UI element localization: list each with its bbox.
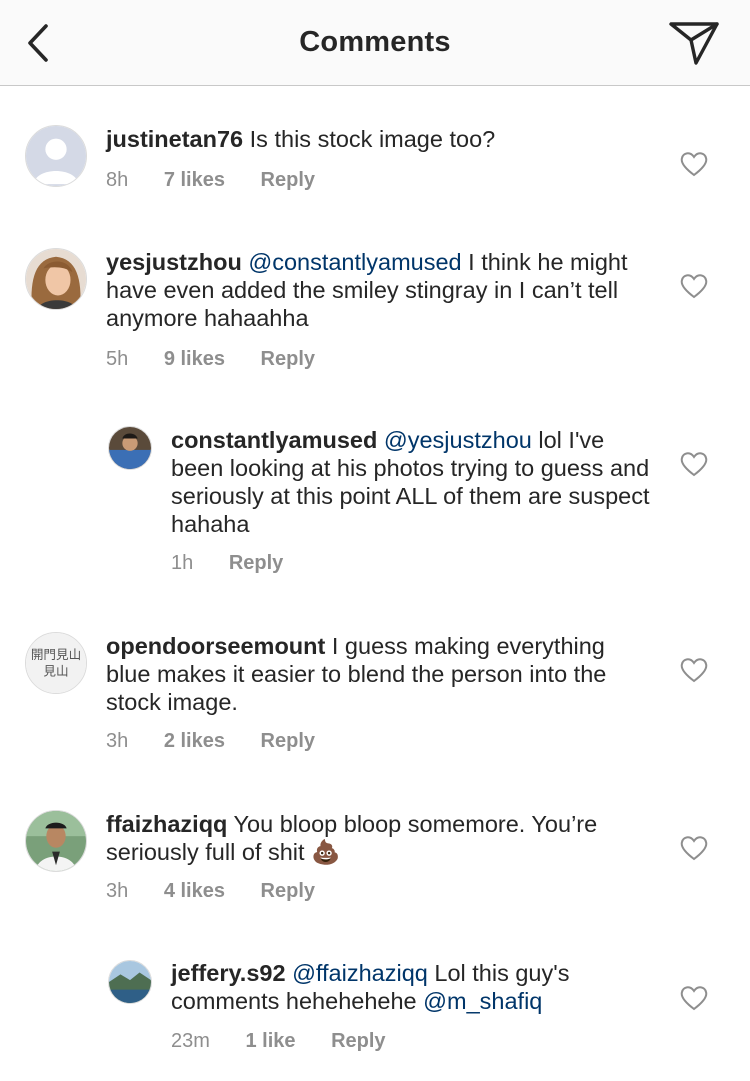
comment-username[interactable]: yesjustzhou xyxy=(106,249,242,275)
comment-item: 開門見山 見山 opendoorseemount I guess making … xyxy=(0,629,750,759)
comment-mention[interactable]: @ffaizhaziqq xyxy=(292,960,428,986)
comment-time: 1h xyxy=(171,552,194,574)
comment-text: ffaizhaziqq You bloop bloop somemore. Yo… xyxy=(106,810,651,866)
comment-likes[interactable]: 4 likes xyxy=(164,880,225,902)
comment-text: justinetan76 Is this stock image too? xyxy=(106,125,666,153)
reply-button[interactable]: Reply xyxy=(261,880,315,902)
comment-item: yesjustzhou @constantlyamused I think he… xyxy=(0,245,750,375)
comment-text: opendoorseemount I guess making everythi… xyxy=(106,632,651,716)
reply-button[interactable]: Reply xyxy=(331,1030,385,1052)
comment-likes[interactable]: 9 likes xyxy=(164,348,225,370)
comment-likes[interactable]: 1 like xyxy=(245,1030,295,1052)
comment-item: justinetan76 Is this stock image too? 8h… xyxy=(0,120,750,210)
comment-username[interactable]: constantlyamused xyxy=(171,427,377,453)
reply-button[interactable]: Reply xyxy=(261,169,315,191)
reply-button[interactable]: Reply xyxy=(229,552,283,574)
comment-item: ffaizhaziqq You bloop bloop somemore. Yo… xyxy=(0,808,750,918)
heart-outline-icon[interactable] xyxy=(680,273,708,299)
comment-username[interactable]: justinetan76 xyxy=(106,126,243,152)
comment-meta: 23m 1 like Reply xyxy=(171,1030,416,1053)
avatar[interactable] xyxy=(25,125,87,187)
comment-time: 8h xyxy=(106,169,129,191)
heart-outline-icon[interactable] xyxy=(680,835,708,861)
svg-text:見山: 見山 xyxy=(43,664,68,679)
comment-username[interactable]: ffaizhaziqq xyxy=(106,811,227,837)
comment-likes[interactable]: 2 likes xyxy=(164,730,225,752)
poop-emoji-icon: 💩 xyxy=(311,839,341,865)
avatar[interactable] xyxy=(108,426,152,470)
comment-text: yesjustzhou @constantlyamused I think he… xyxy=(106,248,651,332)
comment-username[interactable]: jeffery.s92 xyxy=(171,960,286,986)
comment-meta: 1h Reply xyxy=(171,552,313,575)
comment-time: 23m xyxy=(171,1030,210,1052)
comment-time: 5h xyxy=(106,348,129,370)
comment-username[interactable]: opendoorseemount xyxy=(106,633,325,659)
comment-meta: 3h 4 likes Reply xyxy=(106,880,345,903)
comment-text: jeffery.s92 @ffaizhaziqq Lol this guy's … xyxy=(171,959,651,1015)
avatar[interactable]: 開門見山 見山 xyxy=(25,632,87,694)
comment-mention[interactable]: @yesjustzhou xyxy=(384,427,532,453)
comment-reply-item: jeffery.s92 @ffaizhaziqq Lol this guy's … xyxy=(0,957,750,1057)
header-bar: Comments xyxy=(0,0,750,86)
avatar-logo-text: 開門見山 xyxy=(31,647,81,662)
comment-mention-secondary[interactable]: @m_shafiq xyxy=(423,988,542,1014)
avatar[interactable] xyxy=(25,810,87,872)
comment-reply-item: constantlyamused @yesjustzhou lol I've b… xyxy=(0,423,750,575)
avatar[interactable] xyxy=(108,960,152,1004)
heart-outline-icon[interactable] xyxy=(680,657,708,683)
comment-time: 3h xyxy=(106,730,129,752)
heart-outline-icon[interactable] xyxy=(680,451,708,477)
comment-meta: 3h 2 likes Reply xyxy=(106,730,345,753)
comment-body: Is this stock image too? xyxy=(249,126,496,152)
comment-text: constantlyamused @yesjustzhou lol I've b… xyxy=(171,426,651,538)
avatar[interactable] xyxy=(25,248,87,310)
reply-button[interactable]: Reply xyxy=(261,730,315,752)
comment-meta: 8h 7 likes Reply xyxy=(106,169,345,192)
comment-meta: 5h 9 likes Reply xyxy=(106,348,345,371)
paper-plane-icon[interactable] xyxy=(668,20,720,66)
comment-likes[interactable]: 7 likes xyxy=(164,169,225,191)
heart-outline-icon[interactable] xyxy=(680,985,708,1011)
page-title: Comments xyxy=(299,26,451,58)
heart-outline-icon[interactable] xyxy=(680,151,708,177)
comment-time: 3h xyxy=(106,880,129,902)
comment-mention[interactable]: @constantlyamused xyxy=(248,249,461,275)
reply-button[interactable]: Reply xyxy=(261,348,315,370)
